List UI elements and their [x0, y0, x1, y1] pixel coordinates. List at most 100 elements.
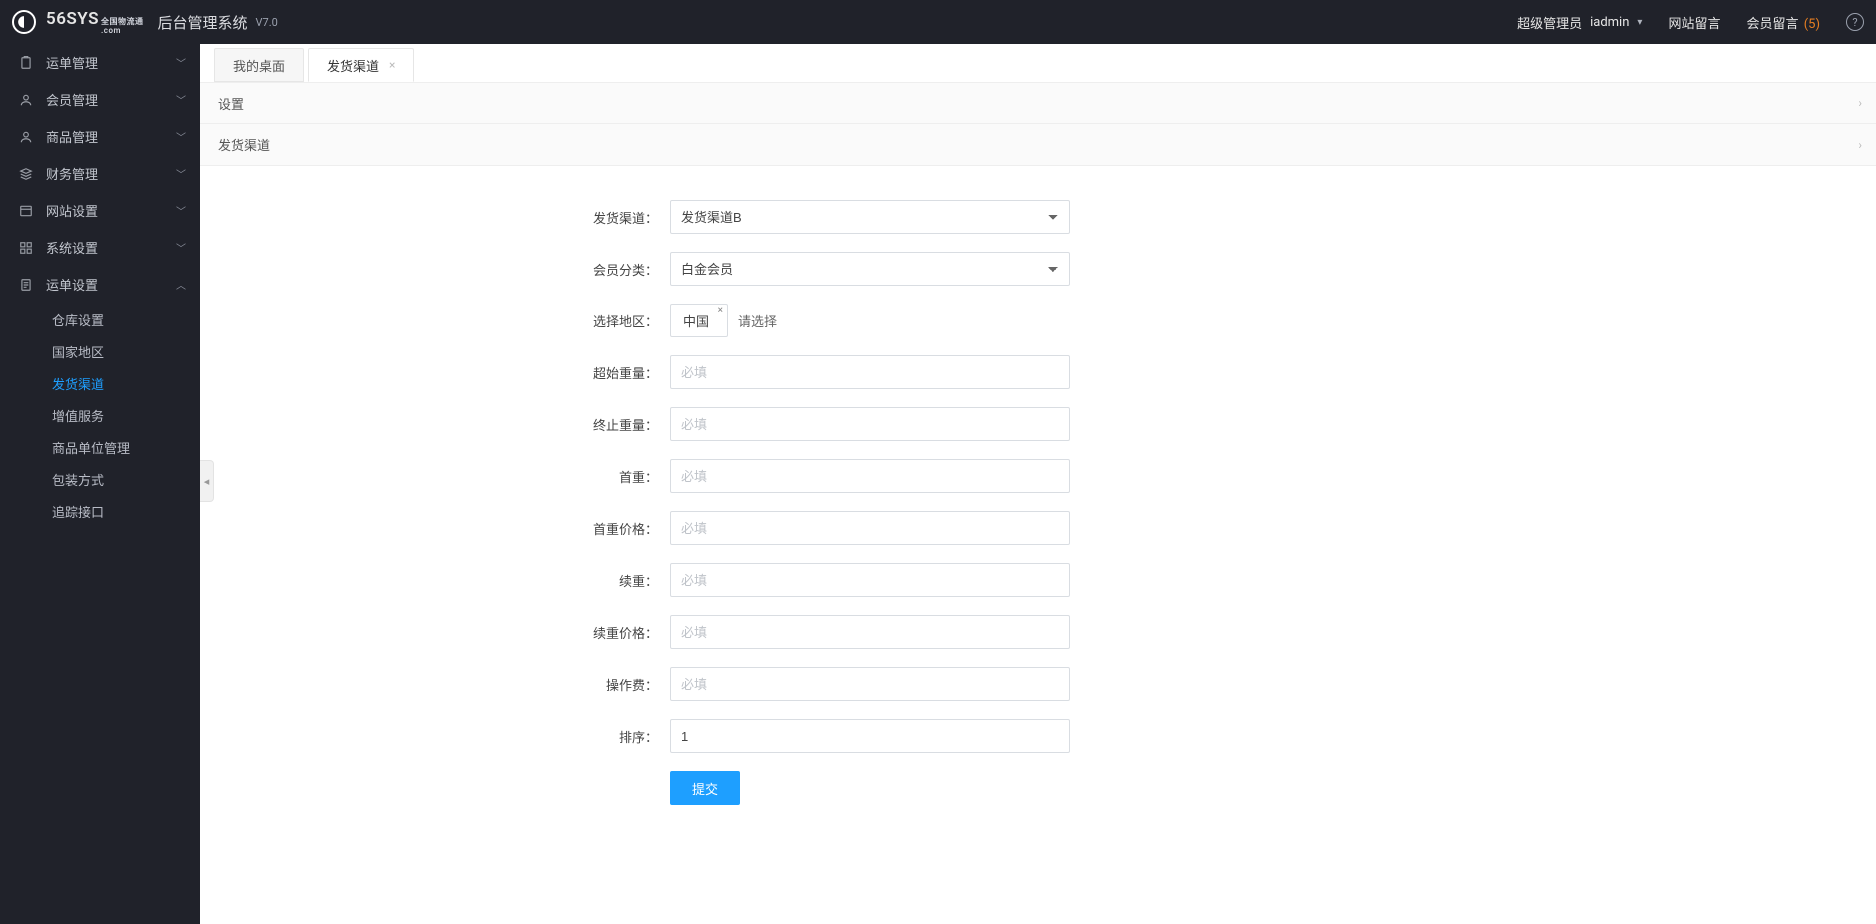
tab-label: 我的桌面	[233, 56, 285, 75]
section-bar-shipping-channel[interactable]: 发货渠道 ›	[200, 124, 1876, 166]
member-message-link[interactable]: 会员留言 (5)	[1746, 13, 1820, 32]
label-order: 排序：	[200, 727, 670, 746]
sidebar-item-finance-mgmt[interactable]: 财务管理 ﹀	[0, 155, 200, 192]
sidebar-item-label: 运单设置	[46, 275, 98, 294]
tab-shipping-channel[interactable]: 发货渠道 ×	[308, 48, 414, 82]
chevron-down-icon: ﹀	[176, 240, 186, 255]
label-handling-fee: 操作费：	[200, 675, 670, 694]
chevron-down-icon: ﹀	[176, 92, 186, 107]
row-handling-fee: 操作费：	[200, 667, 1876, 701]
sidebar-item-label: 网站设置	[46, 201, 98, 220]
region-tag-label: 中国	[683, 315, 709, 330]
label-region: 选择地区：	[200, 311, 670, 330]
brand-sub: 全国物流通.com	[101, 17, 144, 35]
cont-price-input[interactable]	[670, 615, 1070, 649]
handling-fee-input[interactable]	[670, 667, 1070, 701]
site-message-link[interactable]: 网站留言	[1668, 13, 1720, 32]
row-order: 排序：	[200, 719, 1876, 753]
sidebar: 运单管理 ﹀ 会员管理 ﹀ 商品管理 ﹀ 财务管理 ﹀ 网站设置 ﹀ 系统设置 …	[0, 44, 200, 924]
close-icon[interactable]: ×	[718, 305, 723, 316]
region-hint[interactable]: 请选择	[738, 311, 777, 330]
label-end-weight: 终止重量：	[200, 415, 670, 434]
chevron-down-icon: ﹀	[176, 203, 186, 218]
sidebar-item-order-mgmt[interactable]: 运单管理 ﹀	[0, 44, 200, 81]
brand-logo-icon	[12, 10, 36, 34]
member-type-select[interactable]: 白金会员	[670, 252, 1070, 286]
label-first-weight: 首重：	[200, 467, 670, 486]
order-input[interactable]	[670, 719, 1070, 753]
user-icon	[18, 129, 34, 145]
form: 发货渠道： 发货渠道B 会员分类： 白金会员 选择地区： 中国 ×	[200, 166, 1876, 853]
sidebar-sub-tracking-api[interactable]: 追踪接口	[0, 495, 200, 527]
label-first-price: 首重价格：	[200, 519, 670, 538]
tab-label: 发货渠道	[327, 56, 379, 75]
sidebar-item-site-settings[interactable]: 网站设置 ﹀	[0, 192, 200, 229]
chevron-down-icon: ▾	[1637, 17, 1642, 28]
sidebar-item-label: 运单管理	[46, 53, 98, 72]
brand[interactable]: 56SYS 全国物流通.com	[12, 9, 144, 35]
user-role: 超级管理员	[1517, 13, 1582, 32]
sidebar-item-label: 会员管理	[46, 90, 98, 109]
sidebar-item-order-settings[interactable]: 运单设置 ︿	[0, 266, 200, 303]
member-message-count: (5)	[1804, 17, 1820, 32]
row-end-weight: 终止重量：	[200, 407, 1876, 441]
sidebar-item-member-mgmt[interactable]: 会员管理 ﹀	[0, 81, 200, 118]
app-title: 后台管理系统	[158, 12, 248, 33]
row-cont-price: 续重价格：	[200, 615, 1876, 649]
topbar-right: 超级管理员 iadmin ▾ 网站留言 会员留言 (5) ?	[1517, 13, 1864, 32]
start-weight-input[interactable]	[670, 355, 1070, 389]
main: ◂ 我的桌面 发货渠道 × 设置 › 发货渠道 › 发货渠道： 发货渠道B 会	[200, 44, 1876, 924]
label-shipping-channel: 发货渠道：	[200, 208, 670, 227]
first-weight-input[interactable]	[670, 459, 1070, 493]
sidebar-sub-packaging[interactable]: 包装方式	[0, 463, 200, 495]
tab-desktop[interactable]: 我的桌面	[214, 48, 304, 82]
sidebar-sub-shipping-channel[interactable]: 发货渠道	[0, 367, 200, 399]
member-message-label: 会员留言	[1746, 17, 1798, 32]
sidebar-item-product-mgmt[interactable]: 商品管理 ﹀	[0, 118, 200, 155]
sidebar-collapse-handle[interactable]: ◂	[200, 460, 214, 502]
row-shipping-channel: 发货渠道： 发货渠道B	[200, 200, 1876, 234]
close-icon[interactable]: ×	[389, 58, 395, 72]
cont-weight-input[interactable]	[670, 563, 1070, 597]
label-cont-price: 续重价格：	[200, 623, 670, 642]
first-price-input[interactable]	[670, 511, 1070, 545]
help-icon[interactable]: ?	[1846, 13, 1864, 31]
brand-name: 56SYS 全国物流通.com	[46, 9, 144, 35]
section-bar-settings[interactable]: 设置 ›	[200, 82, 1876, 124]
chevron-up-icon: ︿	[176, 277, 186, 292]
user-menu[interactable]: 超级管理员 iadmin ▾	[1517, 13, 1642, 32]
sidebar-item-system-settings[interactable]: 系统设置 ﹀	[0, 229, 200, 266]
submit-button[interactable]: 提交	[670, 771, 740, 805]
user-name: iadmin	[1590, 15, 1629, 30]
brand-text: 56SYS	[46, 9, 99, 29]
row-start-weight: 超始重量：	[200, 355, 1876, 389]
user-icon	[18, 92, 34, 108]
label-cont-weight: 续重：	[200, 571, 670, 590]
region-tag[interactable]: 中国 ×	[670, 304, 728, 337]
chevron-down-icon: ﹀	[176, 129, 186, 144]
sidebar-sub-country-region[interactable]: 国家地区	[0, 335, 200, 367]
chevron-down-icon: ﹀	[176, 166, 186, 181]
grid-icon	[18, 240, 34, 256]
row-submit: 提交	[200, 771, 1876, 805]
label-start-weight: 超始重量：	[200, 363, 670, 382]
row-region: 选择地区： 中国 × 请选择	[200, 304, 1876, 337]
file-icon	[18, 277, 34, 293]
shipping-channel-select[interactable]: 发货渠道B	[670, 200, 1070, 234]
clipboard-icon	[18, 55, 34, 71]
row-first-weight: 首重：	[200, 459, 1876, 493]
sidebar-item-label: 系统设置	[46, 238, 98, 257]
sidebar-item-label: 商品管理	[46, 127, 98, 146]
app-version: V7.0	[256, 16, 278, 29]
chevron-right-icon: ›	[1858, 138, 1862, 152]
label-member-type: 会员分类：	[200, 260, 670, 279]
layout-icon	[18, 203, 34, 219]
sidebar-sub-vas[interactable]: 增值服务	[0, 399, 200, 431]
sidebar-sub-unit-mgmt[interactable]: 商品单位管理	[0, 431, 200, 463]
layers-icon	[18, 166, 34, 182]
chevron-right-icon: ›	[1858, 96, 1862, 110]
end-weight-input[interactable]	[670, 407, 1070, 441]
row-member-type: 会员分类： 白金会员	[200, 252, 1876, 286]
sidebar-sub-warehouse[interactable]: 仓库设置	[0, 303, 200, 335]
row-cont-weight: 续重：	[200, 563, 1876, 597]
